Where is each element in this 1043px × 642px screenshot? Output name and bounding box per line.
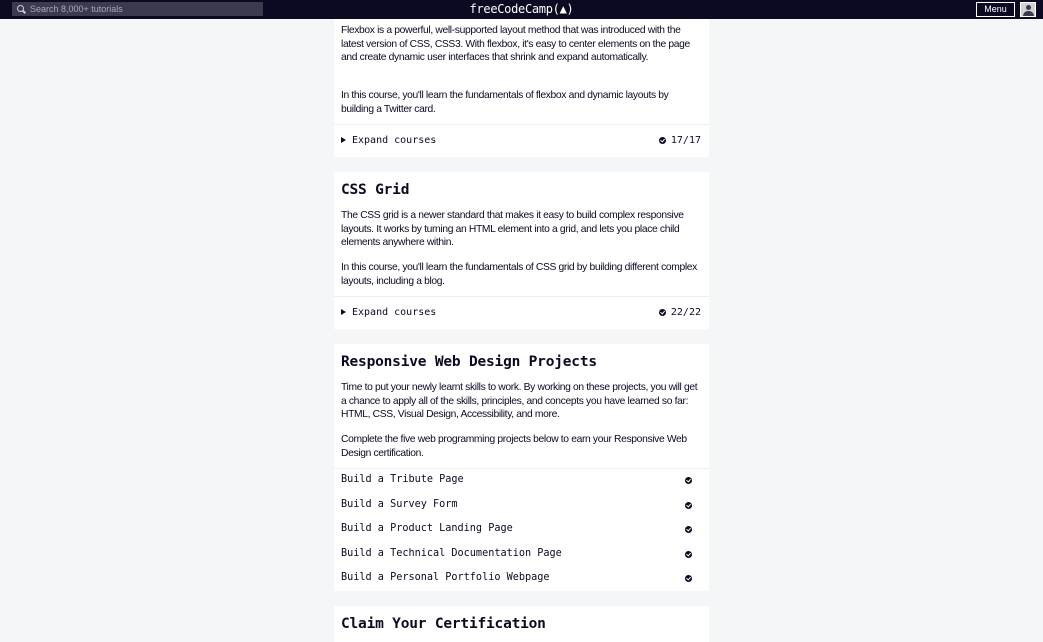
search-input[interactable]	[30, 4, 250, 14]
projects-description: Time to put your newly learnt skills to …	[341, 382, 698, 420]
caret-right-icon	[341, 309, 346, 315]
project-label: Build a Tribute Page	[341, 474, 464, 485]
project-label: Build a Technical Documentation Page	[341, 547, 562, 559]
css-grid-card: CSS Grid The CSS grid is a newer standar…	[334, 172, 709, 329]
expand-courses-toggle[interactable]: Expand courses	[341, 307, 436, 318]
projects-card: Responsive Web Design Projects Time to p…	[334, 344, 709, 591]
claim-certification-card: Claim Your Certification	[334, 606, 709, 642]
search-bar[interactable]	[12, 2, 263, 16]
avatar[interactable]	[1020, 2, 1036, 17]
grid-course-info: In this course, you'll learn the fundame…	[341, 262, 697, 287]
project-link-tribute-page[interactable]: Build a Tribute Page	[334, 469, 709, 493]
top-navbar: freeCodeCamp(▲) Menu	[0, 0, 1043, 19]
divider	[334, 296, 709, 297]
expand-label: Expand courses	[352, 135, 437, 146]
project-label: Build a Product Landing Page	[341, 523, 513, 534]
menu-button[interactable]: Menu	[976, 2, 1015, 17]
check-circle-icon	[685, 526, 692, 533]
check-circle-icon	[685, 575, 692, 582]
card-title: Claim Your Certification	[341, 616, 546, 632]
card-title: CSS Grid	[341, 182, 410, 198]
project-label: Build a Survey Form	[341, 498, 458, 510]
logo-text: freeCodeCamp(	[469, 2, 560, 16]
grid-description: The CSS grid is a newer standard that ma…	[341, 210, 684, 248]
check-circle-icon	[658, 309, 666, 316]
flexbox-card: Flexbox is a powerful, well-supported la…	[334, 19, 709, 157]
flame-icon: ▲	[559, 2, 567, 16]
check-circle-icon	[685, 550, 692, 558]
project-link-survey-form[interactable]: Build a Survey Form	[334, 494, 709, 518]
project-link-technical-documentation-page[interactable]: Build a Technical Documentation Page	[334, 543, 709, 567]
check-circle-icon	[685, 477, 692, 484]
logo-end: )	[566, 2, 574, 16]
search-icon	[17, 4, 26, 14]
flexbox-description: Flexbox is a powerful, well-supported la…	[341, 25, 690, 63]
project-label: Build a Personal Portfolio Webpage	[341, 572, 550, 583]
divider	[334, 124, 709, 125]
progress-count: 17/17	[658, 135, 701, 146]
expand-label: Expand courses	[352, 307, 437, 318]
card-title: Responsive Web Design Projects	[341, 354, 597, 370]
flexbox-course-info: In this course, you'll learn the fundame…	[341, 90, 669, 115]
projects-certification-info: Complete the five web programming projec…	[341, 434, 687, 459]
expand-courses-toggle[interactable]: Expand courses	[341, 135, 436, 146]
project-link-personal-portfolio-webpage[interactable]: Build a Personal Portfolio Webpage	[334, 567, 709, 591]
check-circle-icon	[658, 137, 666, 144]
check-circle-icon	[685, 501, 692, 509]
progress-text: 17/17	[670, 135, 701, 146]
progress-count: 22/22	[658, 307, 701, 318]
project-link-product-landing-page[interactable]: Build a Product Landing Page	[334, 518, 709, 542]
caret-right-icon	[341, 137, 346, 143]
progress-text: 22/22	[670, 307, 701, 318]
